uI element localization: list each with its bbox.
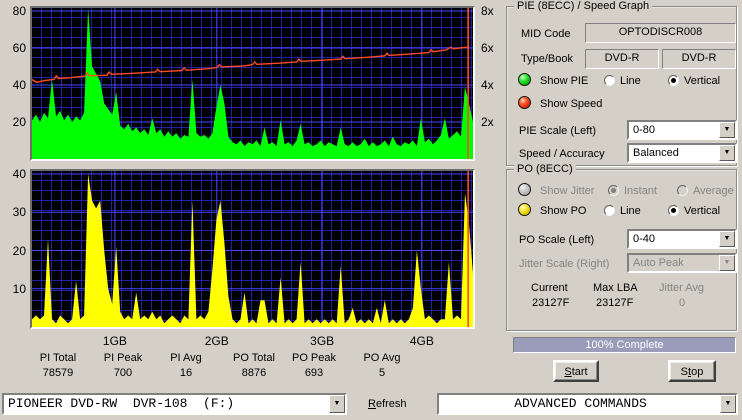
stat-label: PO Avg [363, 352, 401, 364]
y-axis-tick-label: 30 [12, 205, 26, 220]
book-field: DVD-R [662, 49, 736, 69]
po-scale-select[interactable]: 0-40 ▼ [627, 229, 737, 249]
mid-code-field: OPTODISCR008 [585, 23, 736, 43]
show-po-led-button[interactable] [518, 203, 531, 216]
speed-accuracy-select[interactable]: Balanced ▼ [627, 143, 737, 163]
chevron-down-icon[interactable]: ▼ [719, 231, 735, 247]
po-line-radio[interactable] [604, 205, 615, 216]
x-axis-tick-label: 1GB [102, 334, 127, 348]
jitter-instant-radio [608, 185, 619, 196]
pie-vertical-radio[interactable] [668, 75, 679, 86]
show-jitter-label: Show Jitter [540, 185, 595, 197]
application-window: { "colors": { "window_bg": "#d4d0c8", "p… [0, 0, 742, 420]
chevron-down-icon[interactable]: ▼ [719, 122, 735, 138]
chevron-down-icon: ▼ [719, 255, 735, 271]
pie-line-label: Line [620, 75, 641, 87]
current-value: 23127F [532, 297, 570, 309]
y-axis-tick-label: 40 [12, 78, 26, 92]
type-field: DVD-R [585, 49, 659, 69]
drive-select-value: PIONEER DVD-RW DVR-108 (F:) [8, 396, 327, 411]
y-axis-tick-label: 80 [12, 4, 26, 18]
show-speed-label: Show Speed [540, 98, 603, 110]
po-line-label: Line [620, 205, 641, 217]
jitter-avg-label: Jitter Avg [659, 282, 705, 294]
speed-accuracy-value: Balanced [633, 146, 717, 160]
po-graph [30, 169, 475, 329]
jitter-average-label: Average [693, 185, 734, 197]
speed-axis-tick-label: 2x [481, 115, 494, 129]
stop-button[interactable]: Stop [668, 360, 716, 382]
advanced-commands-value: ADVANCED COMMANDS [443, 396, 718, 411]
show-jitter-led-button [518, 183, 531, 196]
stat-po-avg: PO Avg 5 [340, 352, 424, 379]
y-axis-tick-label: 40 [12, 167, 26, 181]
chevron-down-icon[interactable]: ▼ [720, 395, 736, 413]
pie-vertical-label: Vertical [684, 75, 721, 87]
drive-select[interactable]: PIONEER DVD-RW DVR-108 (F:) ▼ [2, 393, 347, 415]
show-pie-label: Show PIE [540, 75, 589, 87]
x-axis-tick-label: 2GB [204, 334, 229, 348]
x-axis-tick-label: 3GB [310, 334, 335, 348]
speed-axis-tick-label: 6x [481, 41, 494, 55]
type-book-label: Type/Book [521, 53, 573, 65]
y-axis-tick-label: 60 [12, 41, 26, 55]
y-axis-tick-label: 10 [12, 281, 26, 296]
max-lba-label: Max LBA [593, 282, 638, 294]
jitter-average-radio [677, 185, 688, 196]
pie-speed-graph [30, 6, 475, 161]
y-axis-tick-label: 20 [12, 115, 26, 129]
po-panel: PO (8ECC) Show Jitter Instant Average Sh… [506, 163, 737, 331]
start-button[interactable]: Start [553, 360, 599, 382]
po-scale-label: PO Scale (Left) [519, 234, 595, 246]
max-lba-value: 23127F [596, 297, 634, 309]
progress-bar-fill: 100% Complete [514, 338, 735, 352]
mid-code-label: MID Code [521, 28, 571, 40]
current-label: Current [531, 282, 568, 294]
show-speed-led-button[interactable] [518, 96, 531, 109]
x-axis-tick-label: 4GB [409, 334, 434, 348]
speed-accuracy-label: Speed / Accuracy [519, 148, 605, 160]
po-graph-canvas [32, 171, 473, 327]
refresh-button[interactable]: Refresh [368, 398, 407, 410]
jitter-scale-select: Auto Peak ▼ [627, 253, 737, 273]
po-panel-caption: PO (8ECC) [514, 163, 576, 175]
chevron-down-icon[interactable]: ▼ [719, 145, 735, 161]
pie-panel-caption: PIE (8ECC) / Speed Graph [514, 0, 653, 12]
chevron-down-icon[interactable]: ▼ [329, 395, 345, 413]
pie-speed-graph-canvas [32, 8, 473, 159]
speed-axis-tick-label: 8x [481, 4, 494, 18]
y-axis-tick-label: 20 [12, 243, 26, 258]
jitter-scale-value: Auto Peak [633, 256, 717, 270]
jitter-avg-value: 0 [679, 297, 686, 309]
po-vertical-label: Vertical [684, 205, 721, 217]
jitter-scale-label: Jitter Scale (Right) [519, 258, 610, 270]
pie-scale-value: 0-80 [633, 123, 717, 137]
pie-scale-select[interactable]: 0-80 ▼ [627, 120, 737, 140]
po-vertical-radio[interactable] [668, 205, 679, 216]
show-pie-led-button[interactable] [518, 73, 531, 86]
speed-axis-tick-label: 4x [481, 78, 494, 92]
po-scale-value: 0-40 [633, 232, 717, 246]
pie-scale-label: PIE Scale (Left) [519, 125, 597, 137]
jitter-instant-label: Instant [624, 185, 658, 197]
stat-value: 5 [378, 367, 386, 379]
show-po-label: Show PO [540, 205, 587, 217]
advanced-commands-select[interactable]: ADVANCED COMMANDS ▼ [437, 393, 738, 415]
pie-line-radio[interactable] [604, 75, 615, 86]
pie-speed-panel: PIE (8ECC) / Speed Graph MID Code OPTODI… [506, 0, 737, 166]
progress-bar: 100% Complete [513, 337, 736, 353]
